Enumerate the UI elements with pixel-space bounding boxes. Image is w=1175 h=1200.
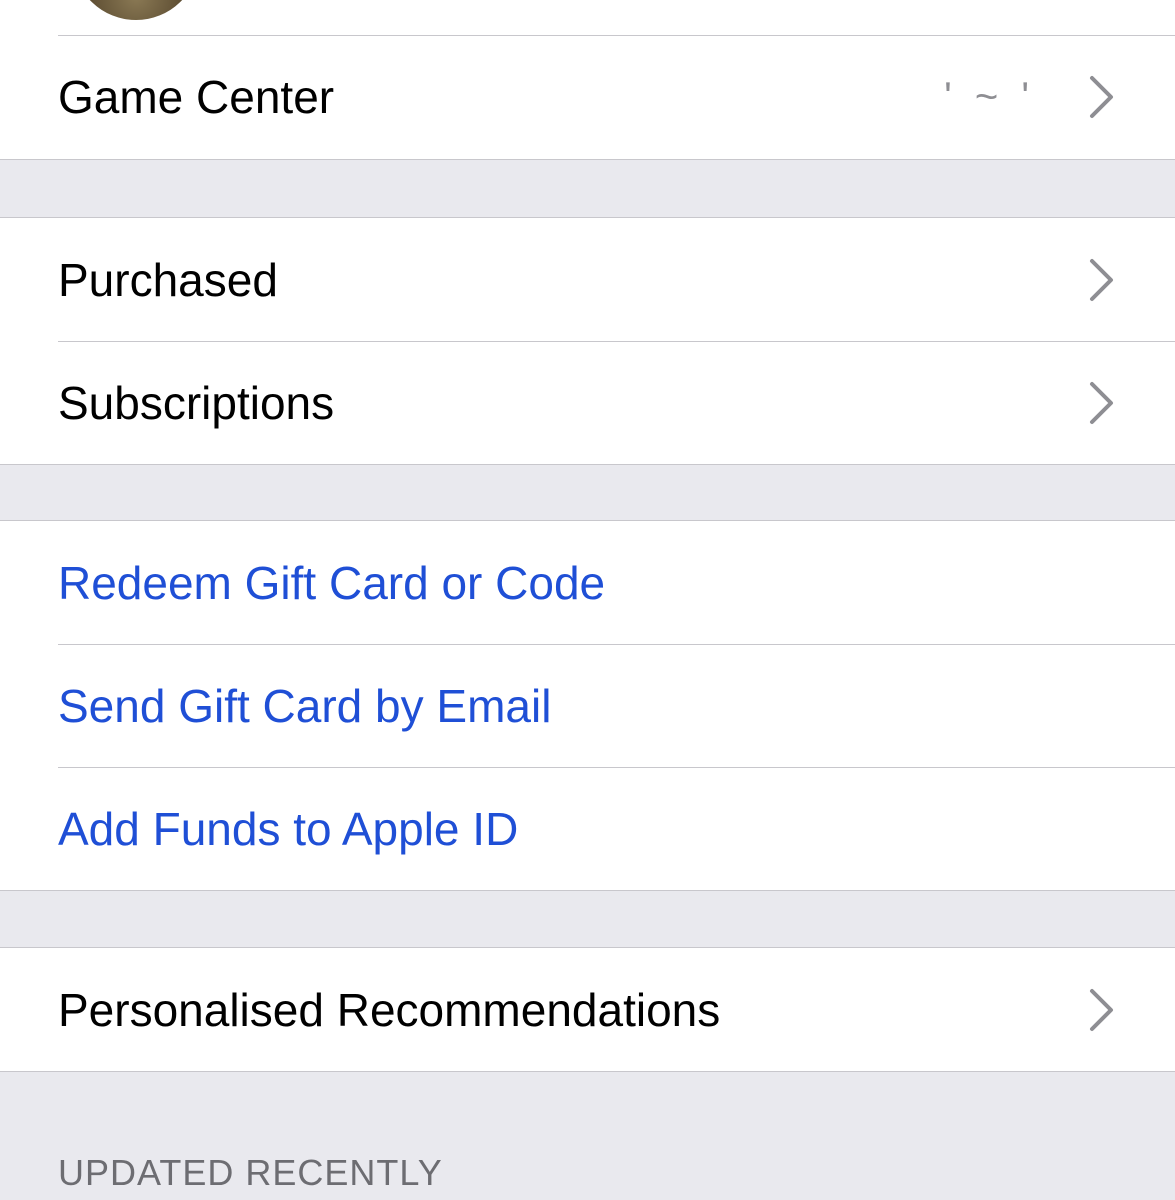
row-redeem[interactable]: Redeem Gift Card or Code [0,521,1175,644]
profile-header [0,0,1175,35]
game-center-label: Game Center [58,71,335,123]
row-send-gift[interactable]: Send Gift Card by Email [0,644,1175,767]
account-page: Game Center ' ~ ' Purchased Subscription… [0,0,1175,1200]
row-subscriptions[interactable]: Subscriptions [0,341,1175,464]
redeem-gift-card-link[interactable]: Redeem Gift Card or Code [58,556,605,610]
chevron-right-icon [1090,988,1113,1031]
chevron-right-icon [1090,76,1113,118]
chevron-right-icon [1090,381,1113,424]
send-gift-card-link[interactable]: Send Gift Card by Email [58,679,551,733]
purchases-group: Purchased Subscriptions [0,217,1175,465]
row-purchased[interactable]: Purchased [0,218,1175,341]
game-center-group: Game Center ' ~ ' [0,35,1175,160]
personalised-recommendations-label: Personalised Recommendations [58,983,721,1036]
row-game-center[interactable]: Game Center ' ~ ' [0,35,1175,159]
gift-card-group: Redeem Gift Card or Code Send Gift Card … [0,520,1175,891]
recommendations-group: Personalised Recommendations [0,947,1175,1072]
avatar [74,0,198,20]
subscriptions-label: Subscriptions [58,376,335,429]
section-header-updated-recently: UPDATED RECENTLY [58,1152,443,1193]
game-center-detail: ' ~ ' [944,74,1035,119]
add-funds-link[interactable]: Add Funds to Apple ID [58,802,518,856]
row-add-funds[interactable]: Add Funds to Apple ID [0,767,1175,890]
row-personalised-recommendations[interactable]: Personalised Recommendations [0,948,1175,1071]
chevron-right-icon [1090,258,1113,301]
purchased-label: Purchased [58,253,278,306]
